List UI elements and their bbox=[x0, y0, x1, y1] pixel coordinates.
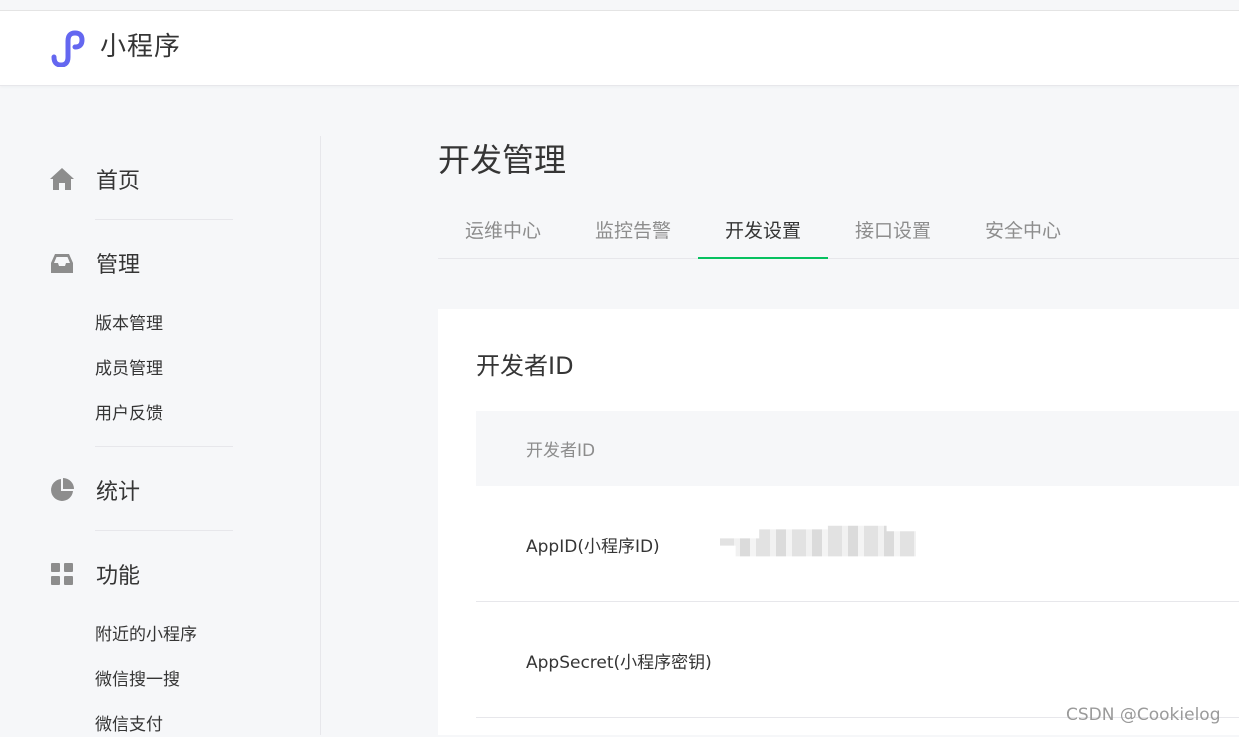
miniprogram-logo-icon[interactable] bbox=[48, 29, 90, 67]
sidebar-item-label: 统计 bbox=[96, 480, 141, 505]
table-row: AppSecret(小程序密钥) bbox=[476, 602, 1239, 718]
inbox-icon bbox=[48, 249, 76, 277]
table-row: AppID(小程序ID) bbox=[476, 486, 1239, 602]
sidebar-item-label: 功能 bbox=[96, 564, 141, 589]
sidebar-separator bbox=[95, 446, 233, 447]
sidebar-divider bbox=[320, 136, 321, 735]
brand-title[interactable]: 小程序 bbox=[100, 29, 181, 65]
sidebar-item-features[interactable]: 功能 bbox=[48, 559, 140, 589]
tab-security-center[interactable]: 安全中心 bbox=[958, 204, 1088, 259]
tab-monitoring-alerts[interactable]: 监控告警 bbox=[568, 204, 698, 259]
tab-bar: 运维中心 监控告警 开发设置 接口设置 安全中心 bbox=[438, 204, 1239, 259]
card-title: 开发者ID bbox=[476, 352, 574, 380]
developer-id-card: 开发者ID 开发者ID AppID(小程序ID) AppSecret(小程序密钥… bbox=[438, 309, 1239, 735]
top-header: 小程序 bbox=[0, 11, 1239, 86]
sidebar-item-stats[interactable]: 统计 bbox=[48, 475, 140, 505]
sidebar-item-home[interactable]: 首页 bbox=[48, 164, 140, 194]
sidebar-item-label: 首页 bbox=[96, 169, 141, 194]
pie-chart-icon bbox=[48, 476, 76, 504]
sidebar-separator bbox=[95, 219, 233, 220]
window-top-strip bbox=[0, 0, 1239, 11]
sidebar-subitem-version[interactable]: 版本管理 bbox=[95, 312, 163, 336]
sidebar-subitem-nearby[interactable]: 附近的小程序 bbox=[95, 623, 197, 647]
sidebar-subitem-feedback[interactable]: 用户反馈 bbox=[95, 402, 163, 426]
sidebar-separator bbox=[95, 530, 233, 531]
home-icon bbox=[48, 165, 76, 193]
tab-api-settings[interactable]: 接口设置 bbox=[828, 204, 958, 259]
sidebar-item-manage[interactable]: 管理 bbox=[48, 248, 140, 278]
page-title: 开发管理 bbox=[438, 141, 567, 179]
table-header: 开发者ID bbox=[476, 411, 1239, 486]
watermark: CSDN @Cookielog bbox=[1066, 705, 1221, 725]
appsecret-label: AppSecret(小程序密钥) bbox=[526, 653, 712, 673]
table-header-label: 开发者ID bbox=[526, 441, 596, 461]
appid-label: AppID(小程序ID) bbox=[526, 537, 660, 557]
sidebar-item-label: 管理 bbox=[96, 253, 141, 278]
appid-value-redacted bbox=[720, 525, 916, 557]
sidebar-subitem-wechat-pay[interactable]: 微信支付 bbox=[95, 713, 163, 737]
sidebar-subitem-wechat-search[interactable]: 微信搜一搜 bbox=[95, 668, 180, 692]
sidebar-subitem-members[interactable]: 成员管理 bbox=[95, 357, 163, 381]
grid-icon bbox=[48, 560, 76, 588]
tab-dev-settings[interactable]: 开发设置 bbox=[698, 204, 828, 259]
tab-ops-center[interactable]: 运维中心 bbox=[438, 204, 568, 259]
